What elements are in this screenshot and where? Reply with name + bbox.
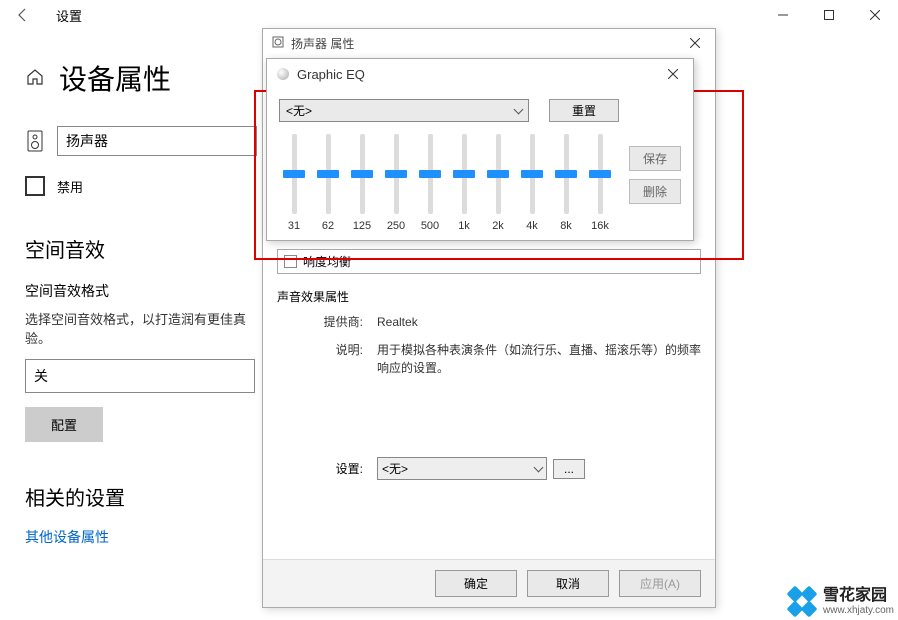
watermark-name: 雪花家园	[823, 587, 894, 605]
loudness-checkbox[interactable]	[284, 255, 297, 268]
ok-button[interactable]: 确定	[435, 570, 517, 597]
eq-band-16k[interactable]: 16k	[589, 134, 611, 232]
minimize-button[interactable]	[760, 0, 806, 30]
eq-icon	[277, 68, 289, 80]
slider-track[interactable]	[598, 134, 603, 214]
preset-select[interactable]: <无>	[377, 457, 547, 480]
slider-track[interactable]	[564, 134, 569, 214]
settings-label: 设置:	[321, 460, 363, 477]
maximize-button[interactable]	[806, 0, 852, 30]
window-title: 设置	[56, 6, 82, 25]
eq-band-2k[interactable]: 2k	[487, 134, 509, 232]
provider-value: Realtek	[377, 313, 701, 331]
band-label: 31	[288, 220, 300, 232]
slider-track[interactable]	[462, 134, 467, 214]
watermark: 雪花家园 www.xhjaty.com	[789, 587, 894, 616]
cancel-button[interactable]: 取消	[527, 570, 609, 597]
slider-thumb[interactable]	[351, 170, 373, 178]
loudness-row[interactable]: 响度均衡	[277, 249, 701, 274]
band-label: 62	[322, 220, 334, 232]
slider-track[interactable]	[428, 134, 433, 214]
slider-thumb[interactable]	[283, 170, 305, 178]
slider-thumb[interactable]	[453, 170, 475, 178]
page-title: 设备属性	[59, 58, 171, 98]
band-label: 8k	[560, 220, 572, 232]
props-footer: 确定 取消 应用(A)	[263, 559, 715, 607]
home-icon[interactable]	[25, 67, 45, 90]
eq-band-1k[interactable]: 1k	[453, 134, 475, 232]
graphic-eq-dialog: Graphic EQ <无> 重置 31 62 125 250 500 1k 2k 4k 8k 1…	[266, 58, 694, 241]
spatial-format-select[interactable]: 关	[25, 359, 255, 393]
eq-title: Graphic EQ	[297, 67, 365, 82]
eq-band-250[interactable]: 250	[385, 134, 407, 232]
eq-band-4k[interactable]: 4k	[521, 134, 543, 232]
description-label: 说明:	[315, 341, 363, 377]
slider-thumb[interactable]	[555, 170, 577, 178]
delete-button[interactable]: 删除	[629, 179, 681, 204]
slider-track[interactable]	[292, 134, 297, 214]
device-name-input[interactable]	[57, 126, 257, 156]
speaker-dialog-icon	[271, 35, 285, 52]
eq-band-500[interactable]: 500	[419, 134, 441, 232]
slider-track[interactable]	[326, 134, 331, 214]
eq-close-button[interactable]	[653, 59, 693, 89]
watermark-logo-icon	[789, 588, 817, 616]
slider-track[interactable]	[530, 134, 535, 214]
props-title: 扬声器 属性	[291, 35, 354, 52]
chevron-down-icon	[534, 462, 544, 472]
band-label: 500	[421, 220, 439, 232]
disable-checkbox[interactable]	[25, 176, 45, 196]
speaker-icon	[25, 130, 45, 152]
provider-label: 提供商:	[315, 313, 363, 331]
reset-button[interactable]: 重置	[549, 99, 619, 122]
slider-thumb[interactable]	[487, 170, 509, 178]
loudness-label: 响度均衡	[303, 253, 351, 270]
eq-sliders: 31 62 125 250 500 1k 2k 4k 8k 16k	[279, 132, 613, 232]
back-button[interactable]	[8, 0, 38, 30]
save-button[interactable]: 保存	[629, 146, 681, 171]
eq-titlebar: Graphic EQ	[267, 59, 693, 89]
chevron-down-icon	[514, 104, 524, 114]
slider-thumb[interactable]	[521, 170, 543, 178]
slider-thumb[interactable]	[589, 170, 611, 178]
band-label: 250	[387, 220, 405, 232]
slider-thumb[interactable]	[317, 170, 339, 178]
watermark-url: www.xhjaty.com	[823, 605, 894, 616]
eq-band-62[interactable]: 62	[317, 134, 339, 232]
slider-thumb[interactable]	[419, 170, 441, 178]
description-value: 用于模拟各种表演条件（如流行乐、直播、摇滚乐等）的频率响应的设置。	[377, 341, 701, 377]
props-titlebar: 扬声器 属性	[263, 29, 715, 57]
spatial-description: 选择空间音效格式，以打造润有更佳真验。	[25, 309, 255, 347]
slider-track[interactable]	[394, 134, 399, 214]
eq-band-8k[interactable]: 8k	[555, 134, 577, 232]
slider-track[interactable]	[496, 134, 501, 214]
band-label: 4k	[526, 220, 538, 232]
band-label: 1k	[458, 220, 470, 232]
sound-props-title: 声音效果属性	[277, 288, 701, 305]
settings-titlebar: 设置	[0, 0, 898, 30]
slider-track[interactable]	[360, 134, 365, 214]
band-label: 2k	[492, 220, 504, 232]
slider-thumb[interactable]	[385, 170, 407, 178]
close-button[interactable]	[852, 0, 898, 30]
eq-band-125[interactable]: 125	[351, 134, 373, 232]
eq-preset-select[interactable]: <无>	[279, 99, 529, 122]
more-button[interactable]: ...	[553, 459, 585, 479]
band-label: 16k	[591, 220, 609, 232]
eq-band-31[interactable]: 31	[283, 134, 305, 232]
apply-button[interactable]: 应用(A)	[619, 570, 701, 597]
props-close-button[interactable]	[675, 29, 715, 57]
configure-button[interactable]: 配置	[25, 407, 103, 442]
disable-label: 禁用	[57, 177, 83, 196]
band-label: 125	[353, 220, 371, 232]
